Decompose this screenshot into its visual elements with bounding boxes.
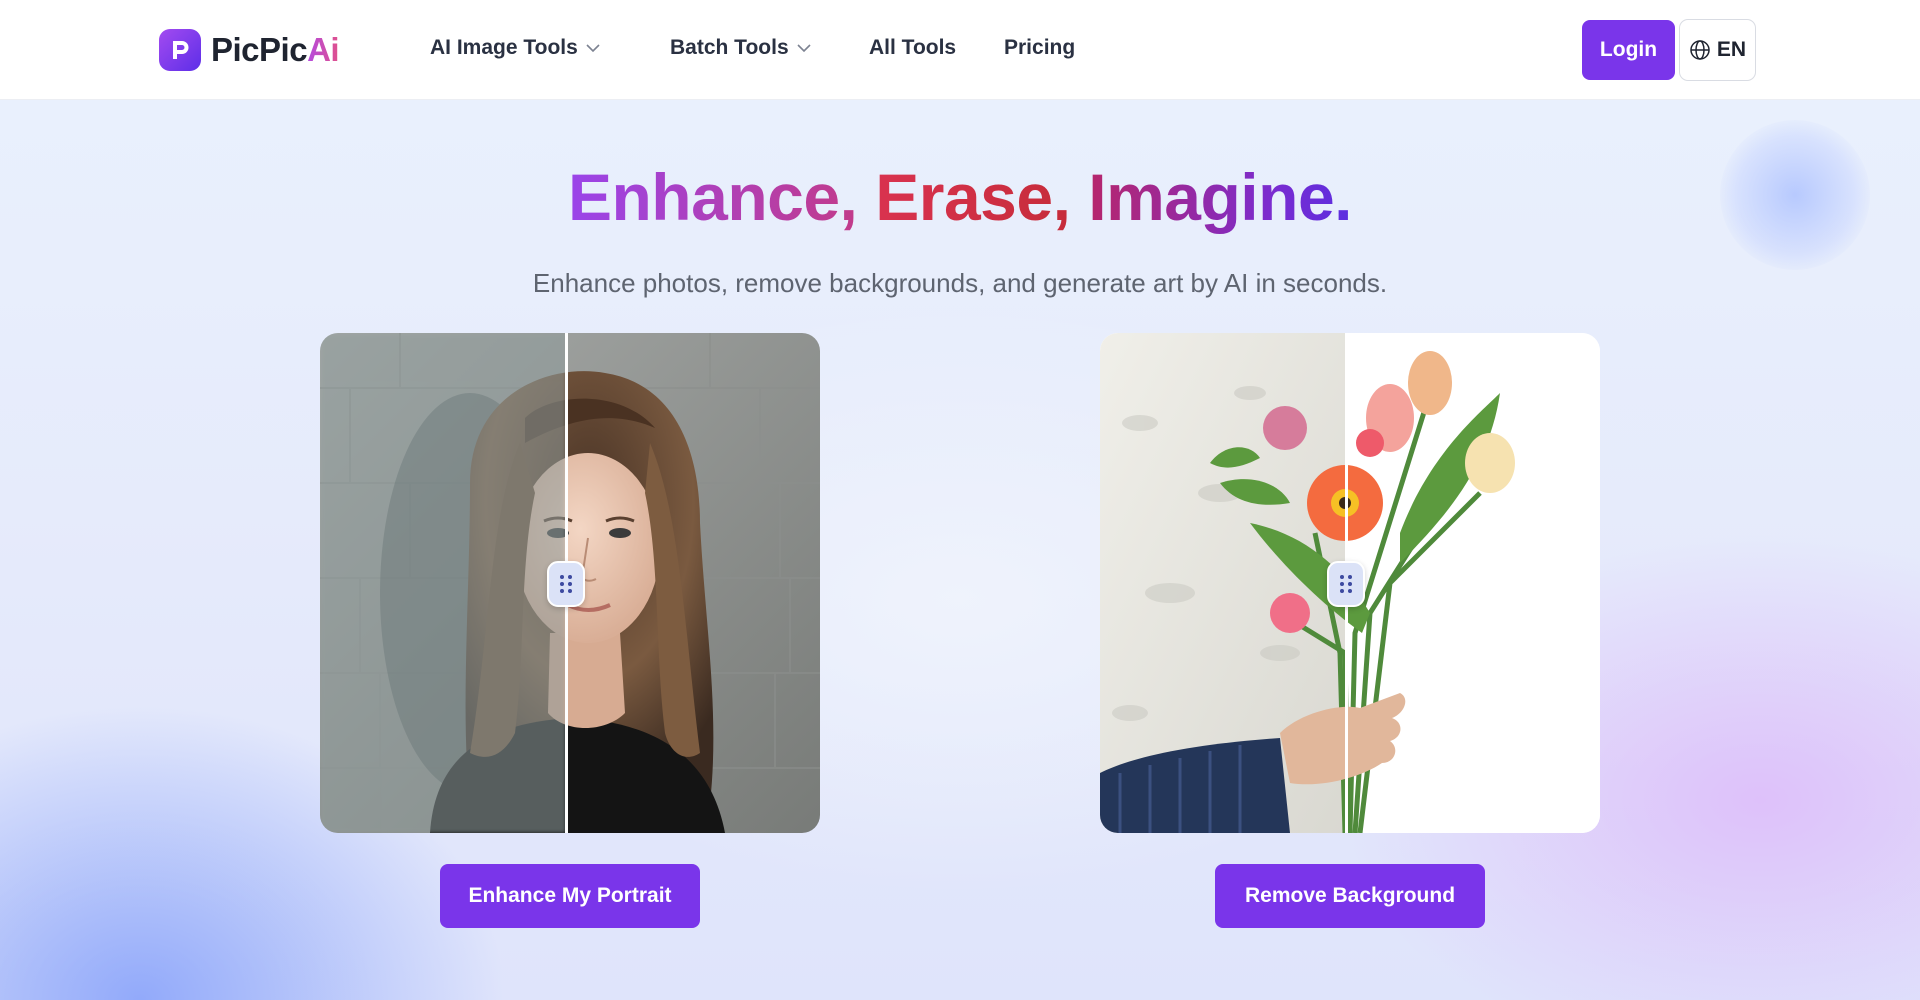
headline-erase: Erase,	[875, 160, 1071, 234]
nav-all-tools[interactable]: All Tools	[869, 36, 956, 60]
drag-handle-icon[interactable]	[547, 561, 585, 607]
brand-name: PicPicAi	[211, 31, 340, 68]
top-navbar: PicPicAi AI Image Tools Batch Tools All …	[0, 0, 1920, 100]
language-label: EN	[1716, 38, 1747, 61]
portrait-compare-slider[interactable]	[320, 333, 820, 833]
chevron-down-icon	[797, 43, 811, 53]
language-selector[interactable]: EN	[1679, 19, 1756, 81]
nav-label: Pricing	[1004, 36, 1076, 59]
enhance-portrait-button[interactable]: Enhance My Portrait	[440, 864, 700, 928]
nav-label: AI Image Tools	[430, 36, 578, 59]
remove-background-button[interactable]: Remove Background	[1215, 864, 1485, 928]
nav-label: All Tools	[869, 36, 957, 59]
nav-label: Batch Tools	[670, 36, 789, 59]
nav-ai-image-tools[interactable]: AI Image Tools	[430, 36, 600, 60]
nav-pricing[interactable]: Pricing	[1004, 36, 1075, 60]
nav-batch-tools[interactable]: Batch Tools	[670, 36, 811, 60]
headline-enhance: Enhance,	[567, 160, 858, 234]
background-compare-slider[interactable]	[1100, 333, 1600, 833]
headline-imagine: Imagine.	[1088, 160, 1353, 234]
p-logo-icon	[159, 29, 201, 71]
hero-subtitle: Enhance photos, remove backgrounds, and …	[532, 268, 1388, 298]
globe-icon	[1689, 39, 1711, 61]
brand-logo[interactable]: PicPicAi	[159, 29, 340, 71]
login-button[interactable]: Login	[1582, 20, 1675, 80]
chevron-down-icon	[586, 43, 600, 53]
hero-headline: Enhance, Erase, Imagine.	[0, 158, 1920, 236]
drag-handle-icon[interactable]	[1327, 561, 1365, 607]
